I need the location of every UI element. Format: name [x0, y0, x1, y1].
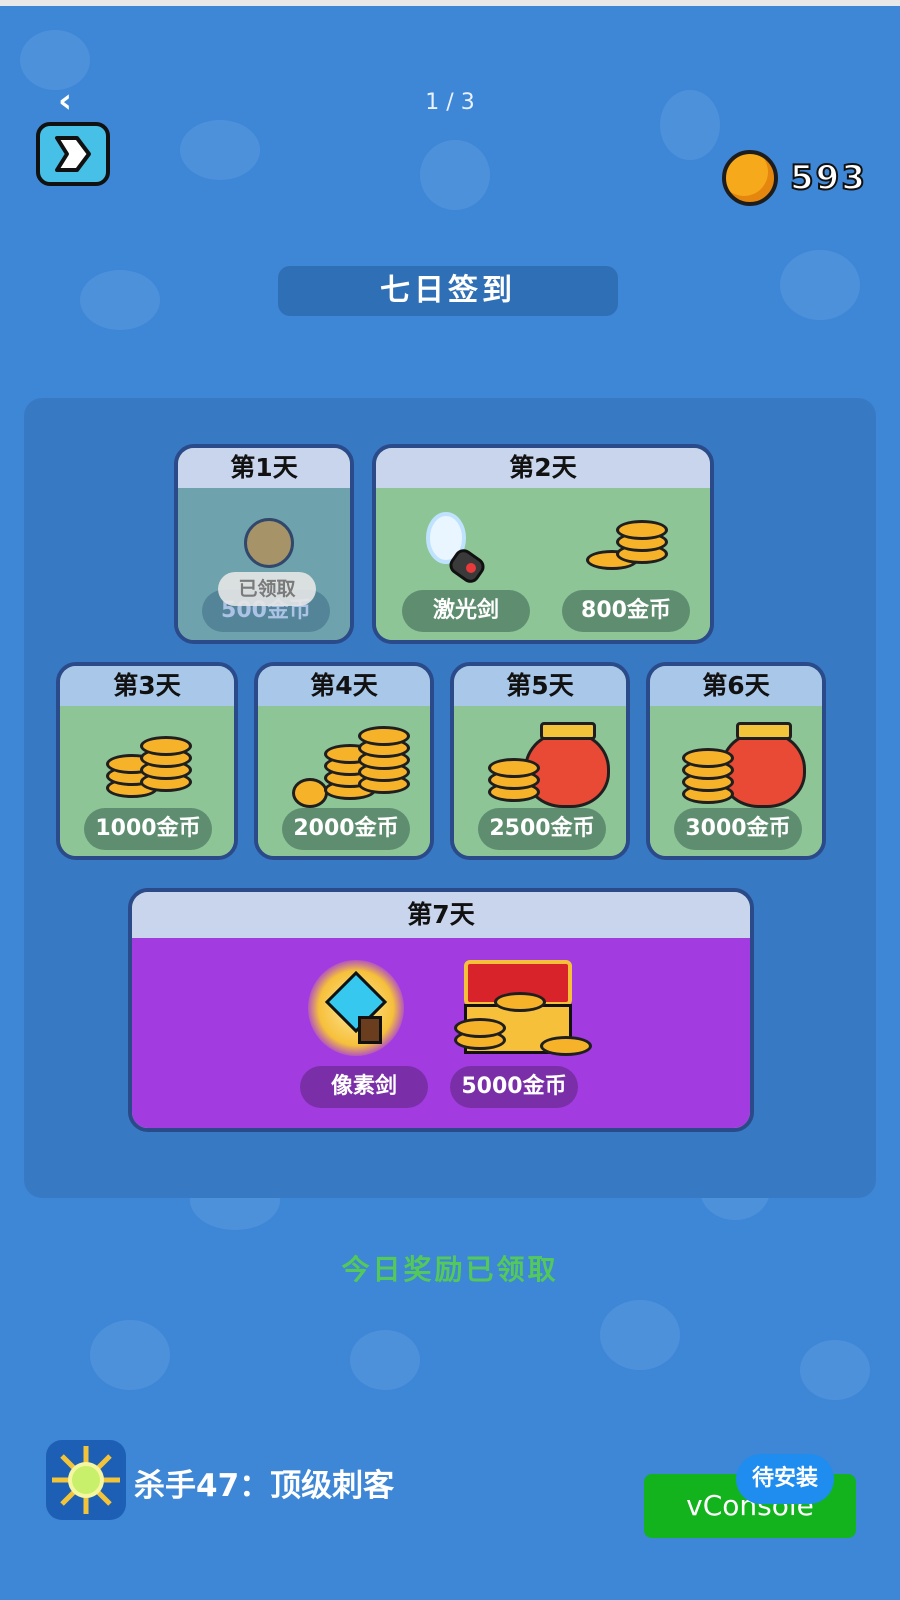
reward-label: 像素剑 — [300, 1066, 428, 1108]
background-blob — [800, 1340, 870, 1400]
day-body: 2500金币 — [454, 706, 626, 856]
background-blob — [180, 120, 260, 180]
background-blob — [600, 1300, 680, 1370]
background-blob — [420, 140, 490, 210]
day-title: 第3天 — [60, 666, 234, 706]
day-title: 第6天 — [650, 666, 822, 706]
coin-balance: 593 — [722, 150, 867, 206]
laser-sword-icon — [426, 512, 485, 583]
coin-stack-icon — [106, 732, 196, 798]
day-title: 第7天 — [132, 892, 750, 938]
day-card-6[interactable]: 第6天 3000金币 — [646, 662, 826, 860]
background-blob — [20, 30, 90, 90]
reward-label: 5000金币 — [450, 1066, 578, 1108]
day-body: 3000金币 — [650, 706, 822, 856]
day-body: 1000金币 — [60, 706, 234, 856]
day-title: 第4天 — [258, 666, 430, 706]
claimed-stamp: 已领取 — [218, 572, 316, 606]
reward-label: 800金币 — [562, 590, 690, 632]
coin-stack-icon — [288, 720, 410, 808]
app-logo[interactable] — [46, 1440, 126, 1520]
day-body: 激光剑 800金币 — [376, 488, 710, 640]
exit-button[interactable] — [36, 122, 110, 186]
back-button[interactable]: ‹ — [58, 84, 92, 118]
sign-in-screen: ‹ 1 / 3 593 七日签到 第1天 500金币 已领取 第2天 激光剑 8… — [0, 0, 900, 1600]
sun-burst-icon — [52, 1446, 120, 1514]
chevron-left-icon: ‹ — [58, 81, 73, 121]
treasure-chest-icon — [454, 960, 592, 1064]
coin-stack-icon — [586, 520, 668, 580]
day-card-7[interactable]: 第7天 像素剑 5000金币 — [128, 888, 754, 1132]
day-card-5[interactable]: 第5天 2500金币 — [450, 662, 630, 860]
reward-label: 激光剑 — [402, 590, 530, 632]
day-body: 500金币 已领取 — [178, 488, 350, 640]
day-card-2[interactable]: 第2天 激光剑 800金币 — [372, 444, 714, 644]
coin-count: 593 — [789, 157, 867, 199]
claim-status-text: 今日奖励已领取 — [341, 1253, 559, 1286]
claimed-overlay — [178, 488, 350, 640]
money-bag-icon — [484, 712, 614, 808]
background-blob — [350, 1330, 420, 1390]
exit-arrow-icon — [55, 136, 91, 172]
page-indicator: 1 / 3 — [425, 90, 475, 115]
day-title: 第5天 — [454, 666, 626, 706]
day-body: 像素剑 5000金币 — [132, 938, 750, 1128]
page-title: 七日签到 — [278, 266, 618, 316]
background-blob — [660, 90, 720, 160]
day-card-4[interactable]: 第4天 2000金币 — [254, 662, 434, 860]
reward-label: 1000金币 — [84, 808, 212, 850]
pixel-sword-icon — [308, 960, 404, 1056]
app-title: 杀手47：顶级刺客 — [134, 1468, 395, 1504]
coin-icon — [722, 150, 778, 206]
day-body: 2000金币 — [258, 706, 430, 856]
background-blob — [90, 1320, 170, 1390]
background-blob — [80, 270, 160, 330]
reward-label: 2500金币 — [478, 808, 606, 850]
reward-label: 3000金币 — [674, 808, 802, 850]
install-badge[interactable]: 待安装 — [736, 1454, 834, 1504]
status-strip — [0, 0, 900, 6]
day-card-3[interactable]: 第3天 1000金币 — [56, 662, 238, 860]
background-blob — [780, 250, 860, 320]
day-card-1[interactable]: 第1天 500金币 已领取 — [174, 444, 354, 644]
money-bag-icon — [680, 712, 810, 808]
day-title: 第1天 — [178, 448, 350, 488]
day-title: 第2天 — [376, 448, 710, 488]
reward-label: 2000金币 — [282, 808, 410, 850]
